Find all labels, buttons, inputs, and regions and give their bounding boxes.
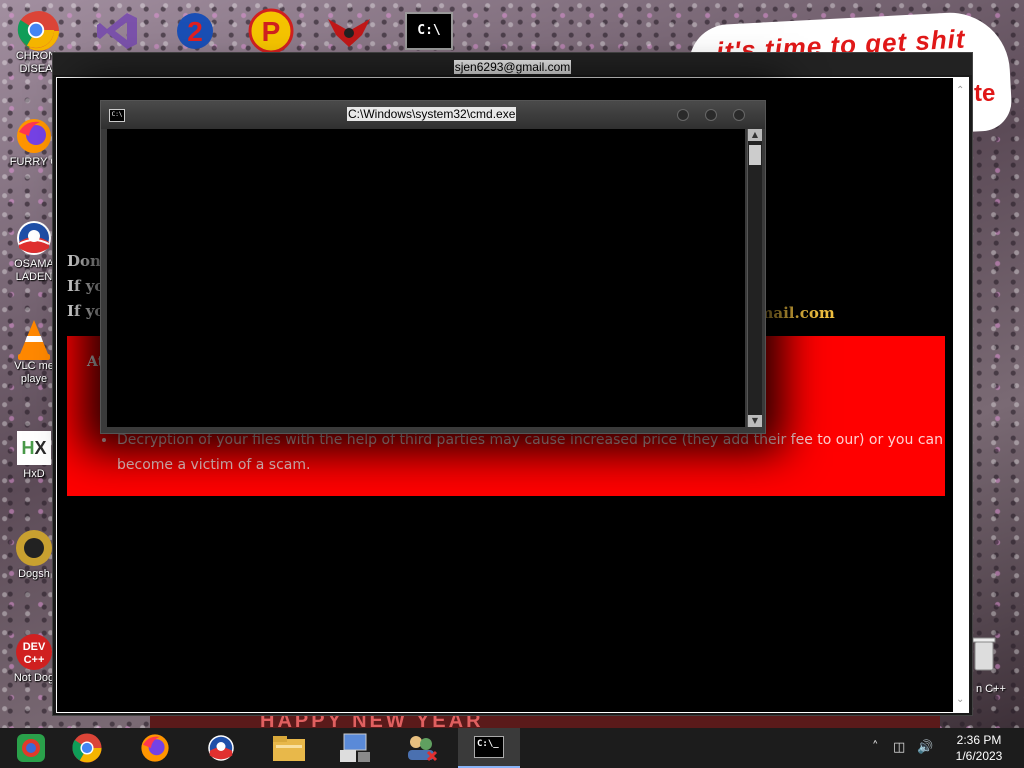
taskbar: C:\_ ˄ ◫ 🔊 2:36 PM 1/6/2023 [0, 728, 1024, 768]
taskbar-clock[interactable]: 2:36 PM 1/6/2023 [946, 732, 1012, 764]
message-line-2: If yo [67, 277, 105, 295]
chrome-icon [72, 733, 102, 763]
vlc-icon [14, 320, 54, 360]
taskbar-cmd[interactable]: C:\_ [458, 728, 520, 768]
taskbar-firefox[interactable] [124, 728, 186, 768]
firefox-icon [14, 116, 54, 156]
taskbar-start-chrome-colorful[interactable] [0, 728, 62, 768]
sonic-2-icon[interactable]: 2 [170, 8, 220, 54]
scroll-down-icon[interactable]: ⌄ [956, 694, 964, 705]
scroll-up-icon[interactable]: ▲ [748, 129, 762, 141]
network-people-icon [408, 736, 438, 762]
volume-icon[interactable]: 🔊 [917, 740, 933, 755]
p-icon[interactable]: P [246, 8, 296, 54]
window-titlebar[interactable]: sjen6293@gmail.com [53, 53, 972, 75]
taskbar-network-people[interactable] [390, 728, 452, 768]
control-panel-icon [340, 733, 370, 762]
scroll-up-icon[interactable]: ⌃ [956, 85, 964, 96]
attention-list: Decryption of your files with the help o… [81, 428, 953, 478]
clock-date: 1/6/2023 [955, 749, 1003, 763]
hxd-icon: HX [14, 428, 54, 468]
recycle-bin-icon[interactable] [972, 634, 998, 674]
clock-time: 2:36 PM [956, 733, 1002, 747]
cmd-scrollbar[interactable]: ▲ ▼ [747, 129, 762, 427]
firefox-icon [141, 734, 169, 762]
maximize-button[interactable] [705, 109, 717, 121]
cmd-icon: C:\ [109, 109, 125, 122]
desktop-icon-label-right: n C++ [976, 683, 1006, 695]
file-explorer-icon [273, 736, 305, 761]
obama-logo-icon [14, 218, 54, 258]
cmd-window[interactable]: C:\ C:\Windows\system32\cmd.exe ▲ ▼ [100, 100, 766, 434]
cmd-console-area[interactable] [107, 129, 745, 427]
close-button[interactable] [733, 109, 745, 121]
svg-text:P: P [262, 16, 281, 47]
minimize-button[interactable] [677, 109, 689, 121]
chevron-up-icon[interactable]: ˄ [872, 740, 879, 755]
cmd-title: C:\Windows\system32\cmd.exe [347, 107, 517, 121]
cmd-titlebar[interactable]: C:\ C:\Windows\system32\cmd.exe [101, 101, 765, 129]
taskbar-file-explorer[interactable] [258, 728, 320, 768]
scroll-down-icon[interactable]: ▼ [748, 415, 762, 427]
wallpaper-text-fragment: te [974, 80, 996, 107]
visual-studio-icon[interactable] [92, 8, 142, 54]
list-item: Decryption of your files with the help o… [117, 428, 953, 478]
scroll-thumb[interactable] [749, 145, 761, 165]
message-line-3: If yo [67, 302, 105, 320]
svg-text:2: 2 [187, 16, 203, 47]
dog-icon [14, 528, 54, 568]
chrome-colorful-icon [17, 734, 45, 762]
taskbar-control-panel[interactable] [324, 728, 386, 768]
network-icon[interactable]: ◫ [893, 740, 905, 755]
cmd-icon[interactable]: C:\ [404, 8, 454, 54]
chrome-icon [16, 10, 56, 50]
window-title: sjen6293@gmail.com [453, 60, 572, 74]
svg-text:DEV: DEV [23, 641, 46, 653]
taskbar-obama[interactable] [190, 728, 252, 768]
wallpaper-banner: HAPPY NEW YEAR [150, 714, 940, 728]
taskbar-chrome[interactable] [56, 728, 118, 768]
svg-text:C++: C++ [24, 654, 45, 666]
devcpp-icon: DEV C++ [14, 632, 54, 672]
bird-logo-icon[interactable] [324, 8, 374, 54]
ransom-scrollbar[interactable]: ⌃ ⌄ [953, 77, 969, 713]
obama-logo-icon [208, 735, 234, 761]
cmd-icon: C:\_ [474, 736, 504, 758]
